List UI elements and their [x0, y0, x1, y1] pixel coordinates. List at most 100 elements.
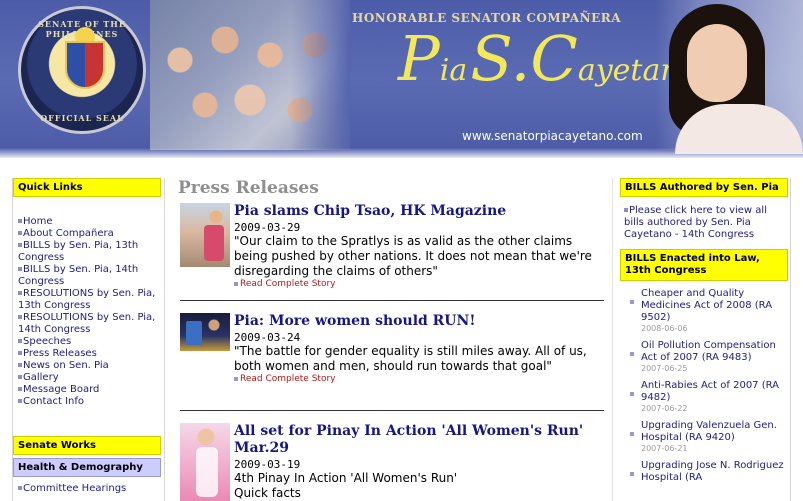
quick-link-label[interactable]: Gallery — [23, 372, 59, 383]
quick-link-label[interactable]: Home — [23, 216, 53, 227]
right-sidebar: BILLS Authored by Sen. Pia Please click … — [620, 178, 790, 501]
read-more-label[interactable]: Read Complete Story — [240, 374, 335, 384]
story-divider — [180, 410, 604, 411]
enacted-law-item[interactable]: Upgrading Jose N. Rodriguez Hospital (RA — [620, 460, 788, 484]
bullet-icon — [18, 351, 22, 355]
bullet-icon — [18, 363, 22, 367]
committee-hearings-label[interactable]: Committee Hearings — [23, 483, 126, 494]
bullet-icon — [18, 375, 22, 379]
bullet-icon — [630, 432, 634, 436]
enacted-law-item[interactable]: Anti-Rabies Act of 2007 (RA 9482) 2007-06… — [620, 380, 788, 414]
header-banner: SENATE OF THE PHILIPPINES OFFICIAL SEAL … — [0, 0, 803, 158]
name-p: P — [398, 22, 440, 95]
law-title[interactable]: Anti-Rabies Act of 2007 (RA 9482) — [641, 380, 788, 404]
quick-link-gallery[interactable]: Gallery — [13, 372, 161, 384]
story-headline[interactable]: Pia slams Chip Tsao, HK Magazine — [234, 203, 606, 220]
press-story: Pia slams Chip Tsao, HK Magazine 2009-03… — [180, 203, 604, 293]
quick-link-bills-14th[interactable]: BILLS by Sen. Pia, 14th Congress — [13, 264, 161, 288]
quick-link-speeches[interactable]: Speeches — [13, 336, 161, 348]
quick-link-press-releases[interactable]: Press Releases — [13, 348, 161, 360]
site-url: www.senatorpiacayetano.com — [462, 129, 643, 143]
left-sidebar: Quick Links Home About Compañera BILLS b… — [13, 178, 163, 501]
bullet-icon — [234, 376, 238, 381]
bullet-icon — [18, 387, 22, 391]
story-thumbnail[interactable] — [180, 203, 230, 267]
quick-link-label[interactable]: Press Releases — [23, 348, 97, 359]
quick-link-label[interactable]: Message Board — [23, 384, 99, 395]
story-date: 2009-03-24 — [234, 331, 301, 344]
right-column-outer-border — [790, 178, 791, 501]
bullet-icon — [18, 243, 22, 247]
bullet-icon — [624, 208, 628, 212]
story-quote: "The battle for gender equality is still… — [234, 344, 587, 373]
story-body: All set for Pinay In Action 'All Women's… — [234, 423, 606, 501]
quick-link-contact[interactable]: Contact Info — [13, 396, 161, 408]
quick-link-about[interactable]: About Compañera — [13, 228, 161, 240]
bills-authored-link-label[interactable]: Please click here to view all bills auth… — [624, 205, 767, 240]
bullet-icon — [630, 352, 634, 356]
quick-link-label[interactable]: Contact Info — [23, 396, 84, 407]
quick-links-list: Home About Compañera BILLS by Sen. Pia, … — [13, 216, 161, 408]
enacted-law-item[interactable]: Oil Pollution Compensation Act of 2007 (… — [620, 340, 788, 374]
story-thumbnail[interactable] — [180, 423, 230, 501]
law-date: 2008-06-06 — [641, 324, 688, 333]
committee-hearings-link[interactable]: Committee Hearings — [18, 483, 126, 494]
quick-link-bills-13th[interactable]: BILLS by Sen. Pia, 13th Congress — [13, 240, 161, 264]
quick-link-label[interactable]: BILLS by Sen. Pia, 14th Congress — [18, 264, 138, 287]
quick-link-label[interactable]: Speeches — [23, 336, 71, 347]
seal-shield-icon — [65, 41, 105, 89]
health-demography-heading[interactable]: Health & Demography — [13, 458, 161, 477]
banner-fade — [0, 148, 803, 158]
press-releases-section: Press Releases Pia slams Chip Tsao, HK M… — [172, 178, 612, 501]
name-ia: ia — [439, 53, 468, 88]
story-headline[interactable]: Pia: More women should RUN! — [234, 313, 606, 330]
bullet-icon — [234, 281, 238, 286]
read-more-link[interactable]: Read Complete Story — [234, 279, 606, 290]
bullet-icon — [630, 392, 634, 396]
press-story: All set for Pinay In Action 'All Women's… — [180, 423, 604, 501]
quick-link-label[interactable]: RESOLUTIONS by Sen. Pia, 14th Congress — [18, 312, 155, 335]
story-thumbnail[interactable] — [180, 313, 230, 351]
law-title[interactable]: Upgrading Jose N. Rodriguez Hospital (RA — [641, 460, 788, 484]
senate-works-heading: Senate Works — [13, 436, 161, 455]
quick-link-label[interactable]: News on Sen. Pia — [23, 360, 109, 371]
story-quote: "Our claim to the Spratlys is as valid a… — [234, 234, 592, 278]
story-body: Pia: More women should RUN! 2009-03-24 "… — [234, 313, 606, 385]
bullet-icon — [18, 315, 22, 319]
quick-link-resolutions-13th[interactable]: RESOLUTIONS by Sen. Pia, 13th Congress — [13, 288, 161, 312]
law-date: 2007-06-21 — [641, 444, 688, 453]
story-body: Pia slams Chip Tsao, HK Magazine 2009-03… — [234, 203, 606, 290]
press-releases-title: Press Releases — [178, 178, 319, 198]
quick-link-label[interactable]: BILLS by Sen. Pia, 13th Congress — [18, 240, 138, 263]
law-title[interactable]: Upgrading Valenzuela Gen. Hospital (RA 9… — [641, 420, 788, 444]
quick-link-home[interactable]: Home — [13, 216, 161, 228]
quick-links-heading: Quick Links — [13, 178, 161, 197]
children-group-photo — [150, 0, 350, 150]
senator-portrait — [655, 0, 803, 154]
law-title[interactable]: Oil Pollution Compensation Act of 2007 (… — [641, 340, 788, 364]
bills-authored-heading: BILLS Authored by Sen. Pia — [620, 178, 788, 197]
law-date: 2007-06-22 — [641, 404, 688, 413]
senate-seal-logo: SENATE OF THE PHILIPPINES OFFICIAL SEAL — [18, 6, 146, 134]
bills-authored-link[interactable]: Please click here to view all bills auth… — [624, 205, 786, 241]
bullet-icon — [630, 472, 634, 476]
bullet-icon — [18, 219, 22, 223]
story-headline[interactable]: All set for Pinay In Action 'All Women's… — [234, 423, 606, 457]
quick-link-message-board[interactable]: Message Board — [13, 384, 161, 396]
press-story: Pia: More women should RUN! 2009-03-24 "… — [180, 313, 604, 403]
quick-link-news[interactable]: News on Sen. Pia — [13, 360, 161, 372]
quick-link-label[interactable]: RESOLUTIONS by Sen. Pia, 13th Congress — [18, 288, 155, 311]
bullet-icon — [18, 291, 22, 295]
law-title[interactable]: Cheaper and Quality Medicines Act of 200… — [641, 288, 788, 324]
read-more-label[interactable]: Read Complete Story — [240, 279, 335, 289]
quick-link-label[interactable]: About Compañera — [23, 228, 114, 239]
quick-link-resolutions-14th[interactable]: RESOLUTIONS by Sen. Pia, 14th Congress — [13, 312, 161, 336]
name-s: S. — [470, 22, 531, 95]
story-quote: 4th Pinay In Action 'All Women's Run' — [234, 471, 458, 485]
story-date: 2009-03-29 — [234, 221, 301, 234]
center-column-border — [612, 178, 613, 501]
enacted-law-item[interactable]: Upgrading Valenzuela Gen. Hospital (RA 9… — [620, 420, 788, 454]
read-more-link[interactable]: Read Complete Story — [234, 374, 606, 385]
bullet-icon — [18, 267, 22, 271]
enacted-law-item[interactable]: Cheaper and Quality Medicines Act of 200… — [620, 288, 788, 334]
